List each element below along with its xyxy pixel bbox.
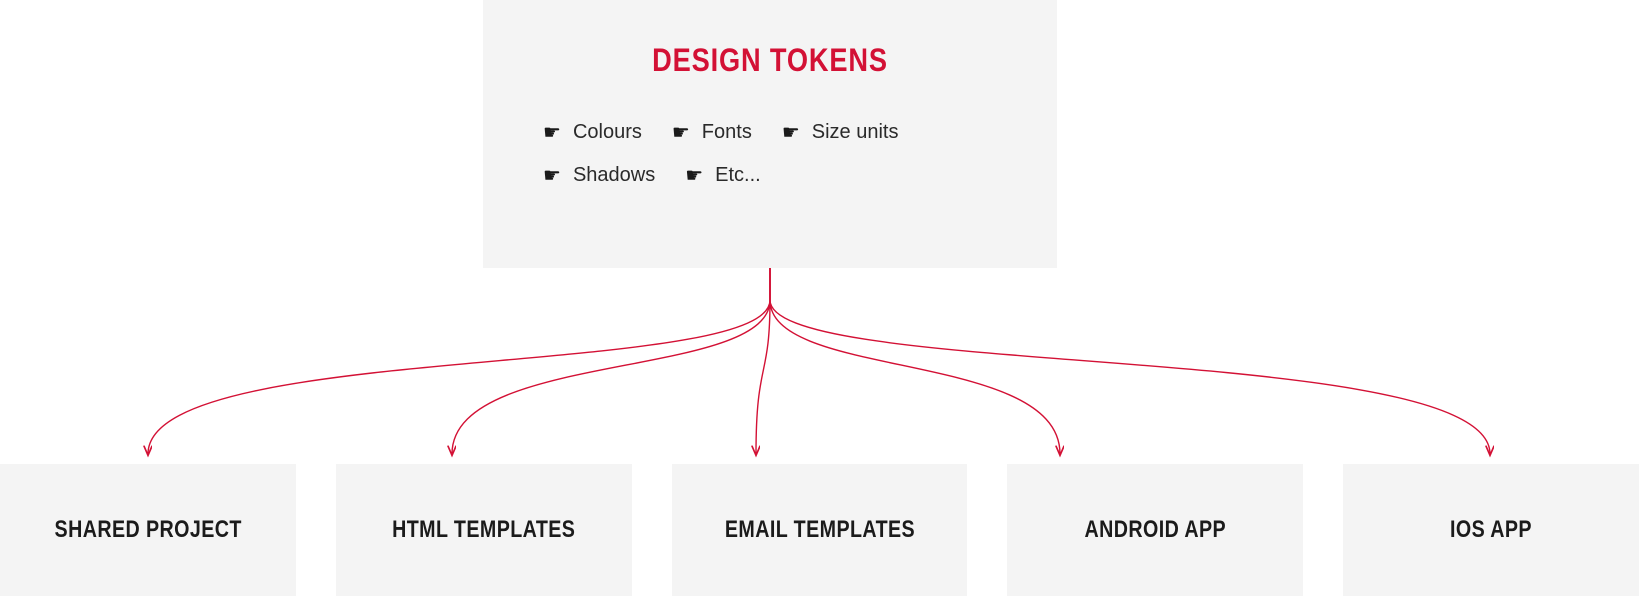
pointer-icon: ☛ xyxy=(782,123,800,143)
target-label: EMAIL TEMPLATES xyxy=(724,516,914,544)
token-label: Size units xyxy=(812,121,899,144)
token-item: ☛ Shadows xyxy=(543,164,655,187)
design-tokens-title: DESIGN TOKENS xyxy=(560,42,980,79)
token-item: ☛ Colours xyxy=(543,121,642,144)
target-android-app: ANDROID APP xyxy=(1007,464,1303,596)
token-label: Fonts xyxy=(702,121,752,144)
token-list: ☛ Colours ☛ Fonts ☛ Size units ☛ Shadows… xyxy=(523,121,1003,187)
target-html-templates: HTML TEMPLATES xyxy=(336,464,632,596)
token-label: Shadows xyxy=(573,164,655,187)
target-ios-app: IOS APP xyxy=(1343,464,1639,596)
target-label: HTML TEMPLATES xyxy=(392,516,575,544)
targets-row: SHARED PROJECT HTML TEMPLATES EMAIL TEMP… xyxy=(0,464,1639,596)
design-tokens-box: DESIGN TOKENS ☛ Colours ☛ Fonts ☛ Size u… xyxy=(483,0,1057,268)
token-item: ☛ Size units xyxy=(782,121,899,144)
pointer-icon: ☛ xyxy=(672,123,690,143)
target-label: SHARED PROJECT xyxy=(54,516,241,544)
target-shared-project: SHARED PROJECT xyxy=(0,464,296,596)
pointer-icon: ☛ xyxy=(685,166,703,186)
target-email-templates: EMAIL TEMPLATES xyxy=(672,464,968,596)
token-item: ☛ Etc... xyxy=(685,164,761,187)
pointer-icon: ☛ xyxy=(543,123,561,143)
token-label: Colours xyxy=(573,121,642,144)
token-label: Etc... xyxy=(715,164,761,187)
token-item: ☛ Fonts xyxy=(672,121,752,144)
target-label: IOS APP xyxy=(1450,516,1532,544)
target-label: ANDROID APP xyxy=(1085,516,1227,544)
pointer-icon: ☛ xyxy=(543,166,561,186)
